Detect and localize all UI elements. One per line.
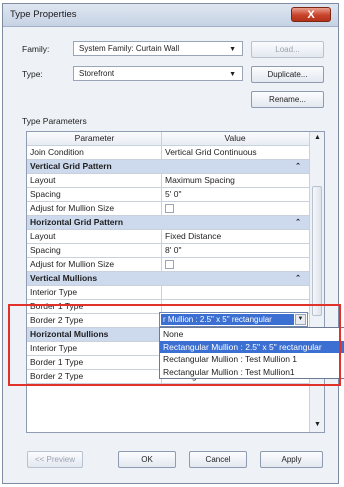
parameter-name: Border 2 Type [30,315,84,325]
parameter-row[interactable]: Interior Type [27,286,309,300]
chevron-down-icon: ▼ [229,46,236,53]
preview-button[interactable]: << Preview [27,451,83,468]
header-parameter: Parameter [74,133,115,143]
parameter-name: Spacing [30,245,61,255]
parameter-name: Layout [30,175,56,185]
parameter-name: Border 1 Type [30,301,84,311]
chevron-down-icon: ▼ [229,71,236,78]
value-cell[interactable] [165,202,305,215]
value-cell[interactable] [165,286,305,299]
parameter-row[interactable]: Adjust for Mullion Size [27,258,309,272]
parameter-row[interactable]: Spacing 8' 0" [27,244,309,258]
group-header[interactable]: Vertical Grid Pattern ⌃ [27,160,309,174]
interior-type-selected: r Mullion : 2.5" x 5" rectangular [161,314,294,325]
type-parameters-label: Type Parameters [22,116,87,126]
parameter-name: Border 1 Type [30,357,84,367]
rename-button[interactable]: Rename... [251,91,324,108]
parameter-name: Adjust for Mullion Size [30,259,115,269]
dropdown-option[interactable]: Rectangular Mullion : Test Mullion1 [160,366,344,379]
scroll-down-icon[interactable]: ▼ [314,421,321,428]
interior-type-combo[interactable]: r Mullion : 2.5" x 5" rectangular ▼ [159,312,308,327]
window-title: Type Properties [10,9,77,20]
family-select[interactable]: System Family: Curtain Wall ▼ [73,41,243,56]
ok-button[interactable]: OK [118,451,176,468]
parameter-row[interactable]: Join Condition Vertical Grid Continuous [27,146,309,160]
parameter-name: Border 2 Type [30,371,84,381]
checkbox[interactable] [165,204,174,214]
group-label: Vertical Mullions [30,273,98,283]
collapse-icon[interactable]: ⌃ [295,160,301,173]
parameter-name: Adjust for Mullion Size [30,203,115,213]
type-properties-dialog: Type Properties X Family: System Family:… [2,3,339,484]
value-cell[interactable]: 5' 0" [165,188,305,201]
dropdown-option[interactable]: Rectangular Mullion : 2.5" x 5" rectangu… [160,340,344,353]
scroll-up-icon[interactable]: ▲ [314,134,321,141]
chevron-down-icon[interactable]: ▼ [295,314,306,325]
type-parameters-grid: Parameter Value Join Condition Vertical G… [26,131,325,433]
close-button[interactable]: X [291,7,331,22]
scroll-thumb[interactable] [312,186,322,316]
value-cell[interactable] [165,258,305,271]
family-label: Family: [22,44,50,54]
value-cell[interactable]: Vertical Grid Continuous [165,146,305,159]
collapse-icon[interactable]: ⌃ [295,272,301,285]
collapse-icon[interactable]: ⌃ [295,216,301,229]
duplicate-button[interactable]: Duplicate... [251,66,324,83]
value-cell[interactable]: Fixed Distance [165,230,305,243]
title-bar: Type Properties X [3,4,338,27]
value-cell[interactable]: 8' 0" [165,244,305,257]
group-header[interactable]: Vertical Mullions ⌃ [27,272,309,286]
group-header[interactable]: Horizontal Grid Pattern ⌃ [27,216,309,230]
parameter-row[interactable]: Spacing 5' 0" [27,188,309,202]
grid-header: Parameter Value [27,132,309,146]
cancel-button[interactable]: Cancel [189,451,247,468]
parameter-row[interactable]: Adjust for Mullion Size [27,202,309,216]
dropdown-option[interactable]: Rectangular Mullion : Test Mullion 1 [160,353,344,366]
parameter-name: Spacing [30,189,61,199]
group-label: Vertical Grid Pattern [30,161,112,171]
group-label: Horizontal Grid Pattern [30,217,124,227]
type-label: Type: [22,69,43,79]
parameter-name: Interior Type [30,287,78,297]
checkbox[interactable] [165,260,174,270]
parameter-row[interactable]: Layout Fixed Distance [27,230,309,244]
value-cell[interactable]: Maximum Spacing [165,174,305,187]
parameter-name: Layout [30,231,56,241]
grid-scrollbar[interactable]: ▲ ▼ [309,132,324,432]
type-value: Storefront [79,69,115,78]
parameter-row[interactable]: Layout Maximum Spacing [27,174,309,188]
family-value: System Family: Curtain Wall [79,44,180,53]
apply-button[interactable]: Apply [260,451,323,468]
dropdown-option[interactable]: None [160,328,344,341]
parameter-name: Join Condition [30,147,84,157]
header-value: Value [224,133,246,143]
parameter-name: Interior Type [30,343,78,353]
type-select[interactable]: Storefront ▼ [73,66,243,81]
interior-type-options: None Rectangular Mullion : 2.5" x 5" rect… [159,327,344,379]
load-button[interactable]: Load... [251,41,324,58]
